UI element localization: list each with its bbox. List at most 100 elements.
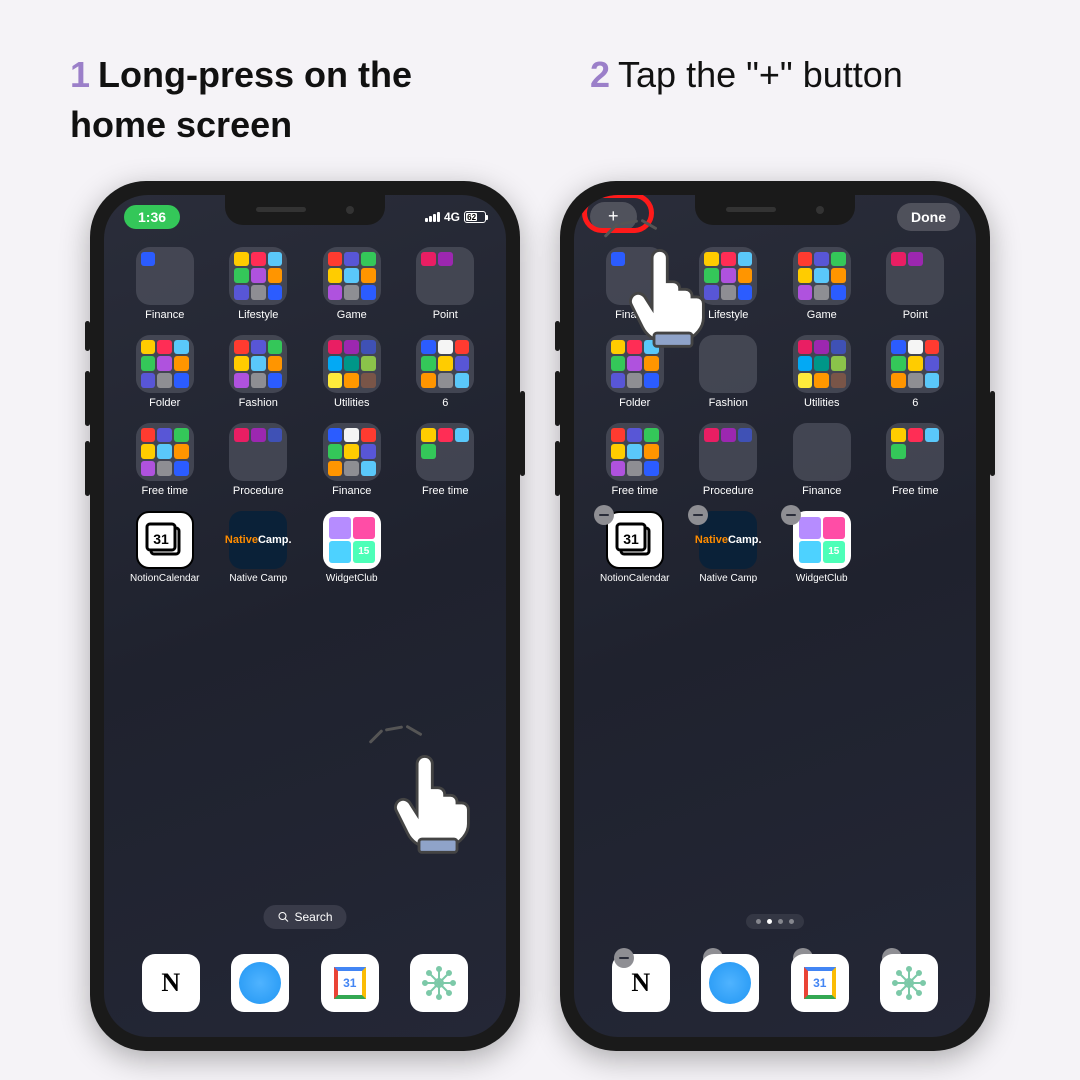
- assistant-icon: [410, 954, 468, 1012]
- app-folder[interactable]: Procedure: [216, 423, 302, 497]
- done-button[interactable]: Done: [897, 203, 960, 231]
- app-icon-notioncalendar[interactable]: 31NotionCalendar: [592, 511, 678, 584]
- app-folder[interactable]: Finance: [122, 247, 208, 321]
- app-folder[interactable]: Free time: [873, 423, 959, 497]
- battery-icon: 62: [464, 211, 486, 223]
- folder-label: Lifestyle: [216, 309, 302, 321]
- remove-app-button[interactable]: [688, 505, 708, 525]
- notion-app[interactable]: N: [612, 954, 670, 1012]
- add-widget-button[interactable]: +: [590, 202, 637, 231]
- folder-label: Fashion: [686, 397, 772, 409]
- folder-label: Free time: [873, 485, 959, 497]
- app-folder[interactable]: Game: [309, 247, 395, 321]
- app-folder[interactable]: Free time: [122, 423, 208, 497]
- app-folder[interactable]: Free time: [592, 423, 678, 497]
- step-text: Long-press on the home screen: [70, 54, 412, 145]
- dock: N 31: [586, 941, 964, 1025]
- folder-label: Utilities: [779, 397, 865, 409]
- google-calendar-app[interactable]: 31: [791, 954, 849, 1012]
- app-folder[interactable]: Fashion: [686, 335, 772, 409]
- app-icon-notioncalendar[interactable]: 31 NotionCalendar: [122, 511, 208, 584]
- app-folder[interactable]: Folder: [592, 335, 678, 409]
- folder-icon: [606, 247, 664, 305]
- safari-app[interactable]: [701, 954, 759, 1012]
- app-folder[interactable]: Utilities: [309, 335, 395, 409]
- app-icon-native-camp[interactable]: NativeCamp.Native Camp: [686, 511, 772, 584]
- safari-app[interactable]: [231, 954, 289, 1012]
- folder-icon: [699, 335, 757, 393]
- notch: [225, 195, 385, 225]
- home-screen[interactable]: 1:36 4G 62 FinanceLifestyleGamePointFold…: [104, 195, 506, 1037]
- folder-label: 6: [873, 397, 959, 409]
- notion-app[interactable]: N: [142, 954, 200, 1012]
- home-screen-edit-mode[interactable]: + Done FinanceLifestyleGamePointFolderFa…: [574, 195, 976, 1037]
- app-label: WidgetClub: [779, 573, 865, 584]
- folder-icon: [793, 423, 851, 481]
- folder-label: Game: [309, 309, 395, 321]
- status-time: 1:36: [124, 205, 180, 229]
- app-folder[interactable]: Finance: [309, 423, 395, 497]
- app-folder[interactable]: Finance: [592, 247, 678, 321]
- step-number: 2: [590, 54, 610, 95]
- app-folder[interactable]: Folder: [122, 335, 208, 409]
- folder-label: Free time: [122, 485, 208, 497]
- app-folder[interactable]: 6: [873, 335, 959, 409]
- search-button[interactable]: Search: [263, 905, 346, 929]
- remove-app-button[interactable]: [594, 505, 614, 525]
- app-icon-widgetclub[interactable]: 15WidgetClub: [779, 511, 865, 584]
- folder-icon: [229, 335, 287, 393]
- app-folder[interactable]: Game: [779, 247, 865, 321]
- app-label: NotionCalendar: [122, 573, 208, 584]
- app-folder[interactable]: Finance: [779, 423, 865, 497]
- app-folder[interactable]: Free time: [403, 423, 489, 497]
- page-indicator[interactable]: [746, 914, 804, 929]
- app-folder[interactable]: Lifestyle: [216, 247, 302, 321]
- folder-label: Procedure: [686, 485, 772, 497]
- folder-icon: [886, 335, 944, 393]
- app-folder[interactable]: Point: [873, 247, 959, 321]
- app-folder[interactable]: 6: [403, 335, 489, 409]
- app-icon-widgetclub[interactable]: 15WidgetClub: [309, 511, 395, 584]
- signal-icon: [425, 212, 440, 222]
- notch: [695, 195, 855, 225]
- folder-icon: [229, 247, 287, 305]
- app-icon: 15: [323, 511, 381, 569]
- folder-icon: [886, 247, 944, 305]
- folder-icon: [136, 247, 194, 305]
- assistant-icon: [880, 954, 938, 1012]
- folder-label: Utilities: [309, 397, 395, 409]
- folder-label: Finance: [122, 309, 208, 321]
- remove-app-button[interactable]: [614, 948, 634, 968]
- phone-mockup-step1: 1:36 4G 62 FinanceLifestyleGamePointFold…: [90, 181, 520, 1051]
- app-icon: NativeCamp.: [699, 511, 757, 569]
- app-icon-native-camp[interactable]: NativeCamp. Native Camp: [216, 511, 302, 584]
- step-2-heading: 2Tap the "+" button: [590, 50, 1010, 151]
- app-folder[interactable]: Lifestyle: [686, 247, 772, 321]
- app-icon: NativeCamp.: [229, 511, 287, 569]
- folder-label: Game: [779, 309, 865, 321]
- folder-icon: [323, 247, 381, 305]
- app-row: 31NotionCalendarNativeCamp.Native Camp15…: [574, 505, 976, 590]
- folder-label: Finance: [779, 485, 865, 497]
- folder-icon: [606, 335, 664, 393]
- folder-icon: [416, 423, 474, 481]
- folder-label: Fashion: [216, 397, 302, 409]
- remove-app-button[interactable]: [781, 505, 801, 525]
- app-folder[interactable]: Point: [403, 247, 489, 321]
- app-folder[interactable]: Fashion: [216, 335, 302, 409]
- app-label: NotionCalendar: [592, 573, 678, 584]
- folder-grid: Finance Lifestyle Game Point Folder Fashion Ut…: [104, 239, 506, 505]
- app-folder[interactable]: Procedure: [686, 423, 772, 497]
- folder-label: Procedure: [216, 485, 302, 497]
- folder-icon: [323, 335, 381, 393]
- folder-label: Free time: [403, 485, 489, 497]
- app-icon: 31: [136, 511, 194, 569]
- folder-icon: [416, 247, 474, 305]
- app-label: Native Camp: [216, 573, 302, 584]
- assistant-app[interactable]: [880, 954, 938, 1012]
- google-calendar-app[interactable]: 31: [321, 954, 379, 1012]
- notion-icon: N: [142, 954, 200, 1012]
- assistant-app[interactable]: [410, 954, 468, 1012]
- folder-icon: [793, 247, 851, 305]
- app-folder[interactable]: Utilities: [779, 335, 865, 409]
